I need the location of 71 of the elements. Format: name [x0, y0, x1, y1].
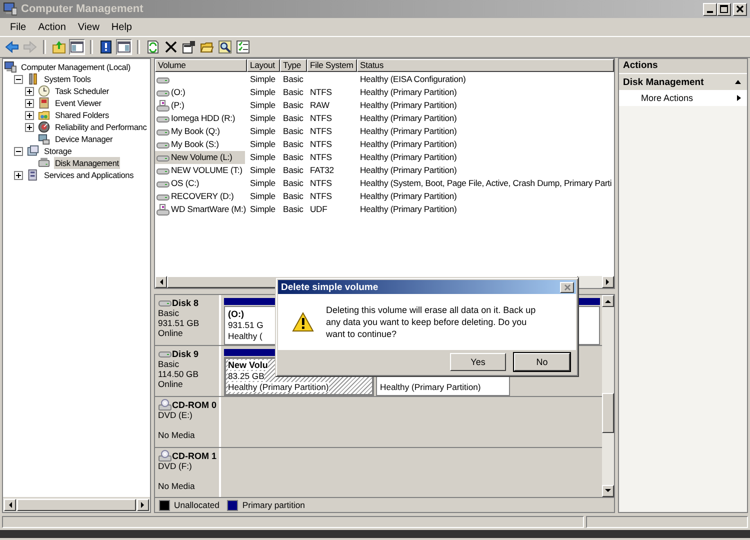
- disk-name: Disk 9: [172, 349, 199, 359]
- table-cell: Simple: [250, 112, 276, 125]
- table-cell: Healthy (System, Boot, Page File, Active, Crash Dump, Primary Parti: [360, 177, 612, 190]
- disk-status: Online: [158, 379, 183, 389]
- table-cell: Simple: [250, 125, 276, 138]
- pane-header: Actions: [619, 59, 747, 74]
- table-cell: UDF: [310, 203, 328, 216]
- table-cell: Healthy (EISA Configuration): [360, 73, 466, 86]
- table-cell: Healthy (Primary Partition): [360, 190, 457, 203]
- dialog-message: Deleting this volume will erase all data on it. Back up any data you want to keep before deleting. Do you want to continue?: [326, 304, 537, 340]
- partition-label: (O:): [228, 309, 244, 319]
- disk-type: Basic: [158, 308, 180, 318]
- table-cell: Basic: [283, 190, 304, 203]
- legend-label: Primary partition: [242, 500, 305, 510]
- disk-type: DVD (E:): [158, 410, 192, 420]
- table-cell: Simple: [250, 73, 276, 86]
- table-cell: Simple: [250, 138, 276, 151]
- table-cell: NTFS: [310, 138, 332, 151]
- table-cell: NTFS: [310, 177, 332, 190]
- window-title: Computer Management: [21, 3, 144, 15]
- table-cell: Basic: [283, 125, 304, 138]
- table-cell: NTFS: [310, 151, 332, 164]
- table-cell: Healthy (Primary Partition): [360, 151, 457, 164]
- disk-size: 931.51 GB: [158, 318, 200, 328]
- partition-label: New Volu: [228, 360, 268, 370]
- partition-size: 83.25 GB: [228, 371, 264, 381]
- table-cell: NTFS: [310, 86, 332, 99]
- table-cell: NTFS: [310, 190, 332, 203]
- table-cell: Healthy (Primary Partition): [360, 164, 457, 177]
- table-cell: Basic: [283, 151, 304, 164]
- partition-status: Healthy (Primary Partition): [228, 382, 329, 392]
- table-cell: Simple: [250, 151, 276, 164]
- table-cell: Healthy (Primary Partition): [360, 112, 457, 125]
- table-cell: Simple: [250, 164, 276, 177]
- disk-status: No Media: [158, 430, 195, 440]
- disk-type: Basic: [158, 359, 180, 369]
- table-cell: NTFS: [310, 112, 332, 125]
- disk-status: No Media: [158, 481, 195, 491]
- legend-label: Unallocated: [174, 500, 220, 510]
- disk-name: CD-ROM 0: [172, 400, 216, 410]
- disk-size: 114.50 GB: [158, 369, 198, 379]
- table-cell: Basic: [283, 164, 304, 177]
- partition-status: Healthy (: [228, 331, 262, 341]
- section-title: Disk Management: [623, 76, 704, 88]
- table-cell: Basic: [283, 73, 304, 86]
- table-cell: Basic: [283, 99, 304, 112]
- table-cell: Healthy (Primary Partition): [360, 138, 457, 151]
- disk-status: Online: [158, 328, 183, 338]
- table-cell: Simple: [250, 177, 276, 190]
- table-cell: Healthy (Primary Partition): [360, 125, 457, 138]
- table-cell: Simple: [250, 99, 276, 112]
- dialog-title: Delete simple volume: [281, 282, 378, 292]
- disk-type: DVD (F:): [158, 461, 192, 471]
- disk-name: Disk 8: [172, 298, 199, 308]
- table-cell: RAW: [310, 99, 330, 112]
- table-cell: Basic: [283, 138, 304, 151]
- disk-name: CD-ROM 1: [172, 451, 216, 461]
- table-cell: Basic: [283, 112, 304, 125]
- table-cell: Basic: [283, 86, 304, 99]
- table-cell: Healthy (Primary Partition): [360, 86, 457, 99]
- table-cell: FAT32: [310, 164, 334, 177]
- table-cell: Simple: [250, 190, 276, 203]
- partition-status: Healthy (Primary Partition): [380, 382, 481, 392]
- partition-size: 931.51 G: [228, 320, 264, 330]
- table-cell: Basic: [283, 203, 304, 216]
- table-cell: NTFS: [310, 125, 332, 138]
- table-cell: Healthy (Primary Partition): [360, 99, 457, 112]
- table-cell: Simple: [250, 203, 276, 216]
- table-cell: Basic: [283, 177, 304, 190]
- table-cell: Healthy (Primary Partition): [360, 203, 457, 216]
- table-cell: Simple: [250, 86, 276, 99]
